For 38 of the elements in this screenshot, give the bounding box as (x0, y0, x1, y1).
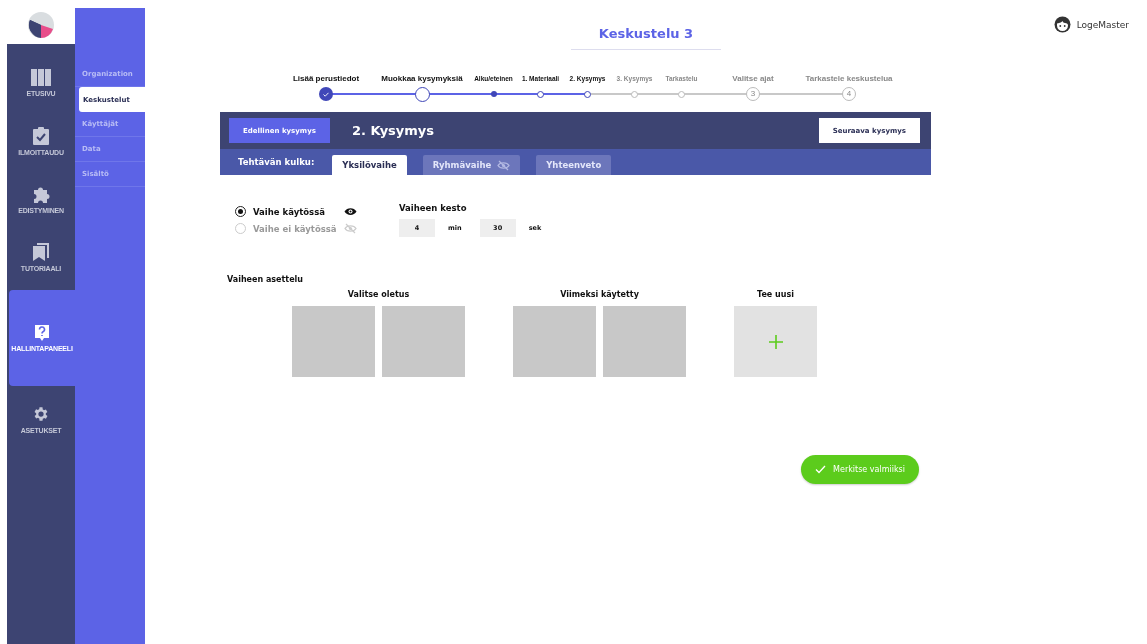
eye-icon (344, 207, 357, 216)
radio-label: Vaihe ei käytössä (253, 223, 337, 234)
step-number: 4 (842, 87, 856, 101)
plus-icon (768, 334, 783, 349)
help-icon (35, 324, 49, 341)
step-number: 3 (746, 87, 760, 101)
bookmarks-icon (33, 242, 49, 261)
new-layout-tile[interactable] (734, 306, 817, 377)
avatar-icon (1053, 16, 1071, 33)
layout-tile[interactable] (292, 306, 375, 377)
page-title: Keskustelu 3 (570, 26, 722, 50)
question-title: 2. Kysymys (351, 123, 435, 138)
columns-icon (31, 69, 51, 86)
eye-off-icon (497, 159, 511, 171)
duration-title: Vaiheen kesto (399, 203, 468, 213)
group-title: Viimeksi käytetty (560, 290, 639, 299)
group-title: Tee uusi (757, 290, 794, 299)
section-title: Vaiheen asettelu (227, 275, 305, 284)
user-name[interactable]: LogeMaster (1076, 19, 1129, 30)
step-label[interactable]: Lisää perustiedot (292, 70, 360, 86)
clipboard-check-icon (33, 126, 49, 145)
check-icon (323, 91, 329, 97)
gear-icon (32, 404, 50, 423)
phase-tab[interactable]: Ryhmävaihe (422, 155, 521, 175)
step-label[interactable]: Tarkastele keskustelua (805, 70, 893, 86)
group-title: Valitse oletus (347, 290, 410, 299)
phase-tab[interactable]: Yhteenveto (536, 155, 612, 175)
phase-tab[interactable]: Yksilövaihe (332, 155, 407, 175)
logo (28, 12, 54, 38)
check-icon (815, 465, 827, 474)
flow-label: Tehtävän kulku: (238, 157, 315, 167)
step-label[interactable]: Muokkaa kysymyksiä (381, 70, 463, 86)
step-label[interactable]: Valitse ajat (732, 70, 774, 86)
layout-tile[interactable] (603, 306, 686, 377)
layout-tile[interactable] (382, 306, 465, 377)
eye-off-icon (344, 223, 357, 234)
radio-label: Vaihe käytössä (253, 206, 326, 217)
layout-tile[interactable] (513, 306, 596, 377)
